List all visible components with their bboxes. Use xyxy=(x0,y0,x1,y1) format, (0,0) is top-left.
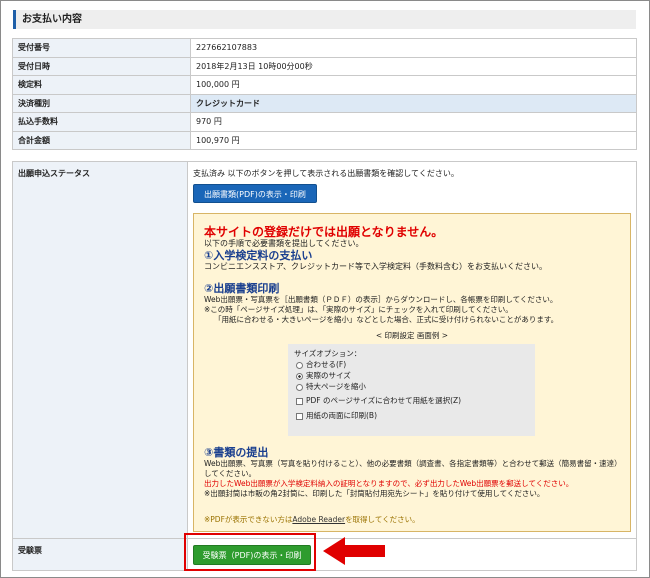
row-label: 受付日時 xyxy=(12,56,191,76)
radio-icon xyxy=(296,383,303,391)
option-actual: 実際のサイズ xyxy=(294,370,529,381)
row-label: 払込手数料 xyxy=(12,112,191,132)
section-title: お支払い内容 xyxy=(13,10,636,29)
option-pdf-size: PDF のページサイズに合わせて用紙を選択(Z) xyxy=(294,395,529,406)
row-label: 受付番号 xyxy=(12,38,191,58)
page-frame: お支払い内容 受付番号 227662107883 受付日時 2018年2月13日… xyxy=(0,0,650,578)
pdf-note-suffix: を取得してください。 xyxy=(345,515,420,524)
row-value: 100,970 円 xyxy=(190,130,637,150)
intro-text: 以下の手順で必要書類を提出してください。 xyxy=(204,239,364,248)
radio-icon xyxy=(296,361,303,369)
highlight-box xyxy=(184,533,316,571)
option-shrink: 特大ページを縮小 xyxy=(294,381,529,392)
row-value: 970 円 xyxy=(190,112,637,132)
exam-ticket-label: 受験票 xyxy=(12,538,188,571)
notice-box: 本サイトの登録だけでは出願となりません。 以下の手順で必要書類を提出してください… xyxy=(193,213,631,532)
checkbox-icon xyxy=(296,397,303,405)
pdf-note-prefix: ※PDFが表示できない方は xyxy=(204,515,293,524)
row-value: 227662107883 xyxy=(190,38,637,58)
adobe-reader-link[interactable]: Adobe Reader xyxy=(292,515,345,524)
application-pdf-button[interactable]: 出願書類(PDF)の表示・印刷 xyxy=(193,184,317,203)
step3-heading: ③書類の提出 xyxy=(204,446,269,459)
option-label: 特大ページを縮小 xyxy=(306,382,366,391)
row-value: クレジットカード xyxy=(190,93,637,113)
table-row: 受付日時 2018年2月13日 10時00分00秒 xyxy=(12,56,637,76)
row-value: 100,000 円 xyxy=(190,75,637,95)
table-row: 合計金額 100,970 円 xyxy=(12,130,637,150)
option-label: PDF のページサイズに合わせて用紙を選択(Z) xyxy=(306,396,462,405)
pdf-note: ※PDFが表示できない方はAdobe Readerを取得してください。 xyxy=(204,515,620,525)
step1-heading: ①入学検定料の支払い xyxy=(204,249,313,262)
pointer-arrow-icon xyxy=(323,537,385,565)
step2-heading: ②出願書類印刷 xyxy=(204,282,280,295)
table-row: 払込手数料 970 円 xyxy=(12,112,637,132)
table-row: 受付番号 227662107883 xyxy=(12,38,637,58)
status-cell: 支払済み 以下のボタンを押して表示される出願書類を確認してください。 出願書類(… xyxy=(187,161,637,539)
status-label: 出願申込ステータス xyxy=(12,161,188,539)
step3-text-2: ※出願封筒は市販の角2封筒に、印刷した「封筒貼付用宛先シート」を貼り付けて使用し… xyxy=(204,489,545,498)
row-label: 検定料 xyxy=(12,75,191,95)
step3-red-text: 出力したWeb出願票が入学検定料納入の証明となりますので、必ず出力したWeb出願… xyxy=(204,479,574,488)
status-table: 出願申込ステータス 支払済み 以下のボタンを押して表示される出願書類を確認してく… xyxy=(12,161,637,571)
print-settings-example: サイズオプション： 合わせる(F) 実際のサイズ 特大ページを縮小 PDF のペ… xyxy=(288,344,535,436)
option-fit: 合わせる(F) xyxy=(294,359,529,370)
payment-table: 受付番号 227662107883 受付日時 2018年2月13日 10時00分… xyxy=(12,38,637,150)
row-label: 決済種別 xyxy=(12,93,191,113)
warning-heading: 本サイトの登録だけでは出願となりません。 xyxy=(204,225,444,239)
row-value: 2018年2月13日 10時00分00秒 xyxy=(190,56,637,76)
checkbox-icon xyxy=(296,412,303,420)
step2-text-2: ※この時「ページサイズ処理」は、「実際のサイズ」にチェックを入れて印刷してくださ… xyxy=(204,305,513,314)
step1-text: コンビニエンスストア、クレジットカード等で入学検定料（手数料含む）をお支払いくだ… xyxy=(204,262,548,271)
table-row: 出願申込ステータス 支払済み 以下のボタンを押して表示される出願書類を確認してく… xyxy=(12,161,637,539)
step2-text-3: 「用紙に合わせる・大きいページを縮小」などとした場合、正式に受け付けられないこと… xyxy=(214,315,559,324)
option-label: 合わせる(F) xyxy=(306,360,347,369)
table-row: 検定料 100,000 円 xyxy=(12,75,637,95)
size-options-title: サイズオプション： xyxy=(294,349,362,358)
option-duplex: 用紙の両面に印刷(B) xyxy=(294,410,529,421)
radio-selected-icon xyxy=(296,372,303,380)
step2-text-1: Web出願票・写真票を［出願書類（ＰＤＦ）の表示］からダウンロードし、各帳票を印… xyxy=(204,295,558,304)
row-label: 合計金額 xyxy=(12,130,191,150)
table-row: 決済種別 クレジットカード xyxy=(12,93,637,113)
option-label: 用紙の両面に印刷(B) xyxy=(306,411,377,420)
status-text: 支払済み 以下のボタンを押して表示される出願書類を確認してください。 xyxy=(193,169,459,178)
step3-text-1: Web出願票、写真票（写真を貼り付けること）、他の必要書類（調査書、各指定書類等… xyxy=(204,459,618,478)
print-example-title: < 印刷設定 画面例 > xyxy=(375,331,449,340)
option-label: 実際のサイズ xyxy=(306,371,351,380)
